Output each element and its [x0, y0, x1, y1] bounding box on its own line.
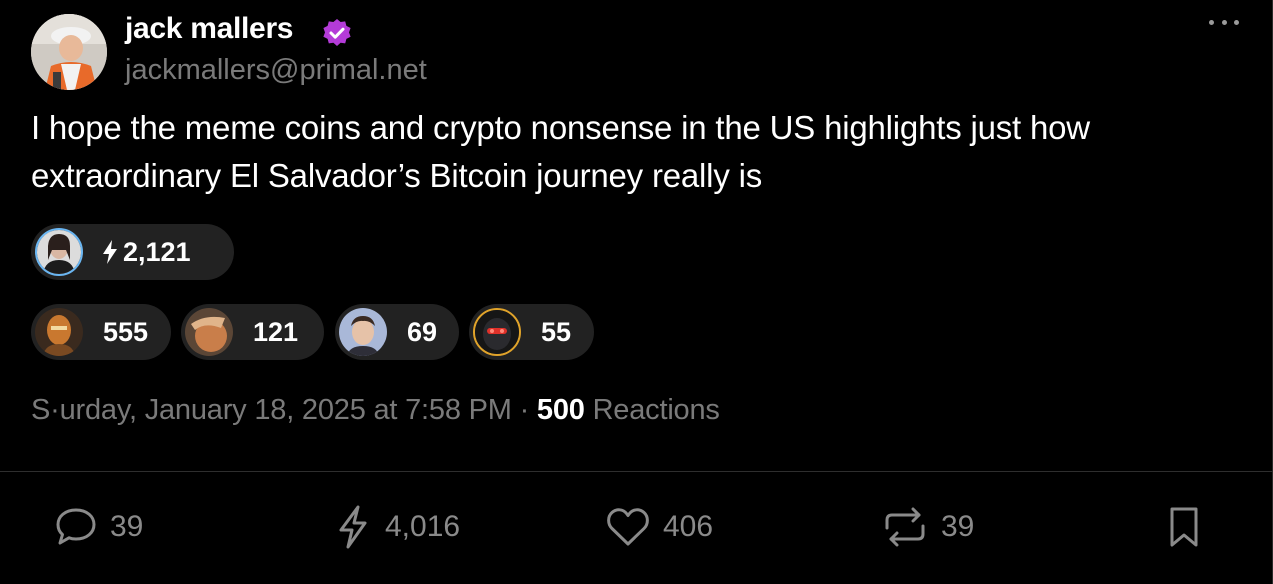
divider [0, 471, 1273, 472]
top-zap-amount: 2,121 [123, 236, 191, 267]
reactions-count[interactable]: 500 [537, 394, 585, 426]
post-meta: S·urday, January 18, 2025 at 7:58 PM · 5… [31, 394, 720, 427]
bookmark-icon [1170, 507, 1198, 547]
top-zap-pill[interactable]: 2,121 [31, 224, 234, 280]
zap-count: 4,016 [385, 510, 461, 543]
zap-amount: 121 [253, 316, 299, 347]
reply-button[interactable]: 39 [54, 505, 143, 549]
zap-pill[interactable]: 121 [181, 304, 324, 360]
repost-count: 39 [941, 510, 975, 543]
zap-amount: 69 [407, 316, 438, 347]
lightning-bolt-icon [103, 240, 117, 264]
zapper-avatar [473, 308, 521, 356]
lightning-bolt-icon [339, 505, 367, 549]
post-text: I hope the meme coins and crypto nonsens… [31, 109, 1090, 194]
post-timestamp[interactable]: S·urday, January 18, 2025 at 7:58 PM [31, 394, 512, 426]
like-count: 406 [663, 510, 714, 543]
zap-pill[interactable]: 555 [31, 304, 171, 360]
zapper-avatar [185, 308, 233, 356]
zapper-avatar [35, 308, 83, 356]
author-handle[interactable]: jackmallers@primal.net [125, 54, 427, 87]
zap-amount: 555 [103, 316, 149, 347]
menu-dot [1209, 19, 1214, 25]
zap-button[interactable]: 4,016 [333, 505, 460, 549]
menu-dot [1234, 19, 1239, 25]
bookmark-button[interactable] [1166, 505, 1202, 549]
zapper-avatar [35, 228, 83, 276]
zap-amount: 55 [541, 316, 572, 347]
zap-pill[interactable]: 55 [469, 304, 594, 360]
zap-pill[interactable]: 69 [335, 304, 459, 360]
reactions-label[interactable]: Reactions [593, 394, 720, 426]
verified-badge-icon [323, 19, 351, 46]
repost-icon [885, 507, 925, 547]
reply-icon [56, 508, 96, 545]
author-name[interactable]: jack mallers [125, 12, 294, 46]
post-card: jack mallers jackmallers@primal.net I ho… [0, 0, 1273, 584]
more-options-icon[interactable] [1206, 10, 1242, 34]
heart-icon [607, 508, 649, 546]
menu-dot [1221, 19, 1227, 25]
like-button[interactable]: 406 [605, 505, 713, 549]
author-avatar[interactable] [31, 14, 107, 90]
meta-separator: · [519, 394, 530, 426]
repost-button[interactable]: 39 [881, 505, 974, 549]
reply-count: 39 [110, 510, 144, 543]
zapper-avatar [339, 308, 387, 356]
